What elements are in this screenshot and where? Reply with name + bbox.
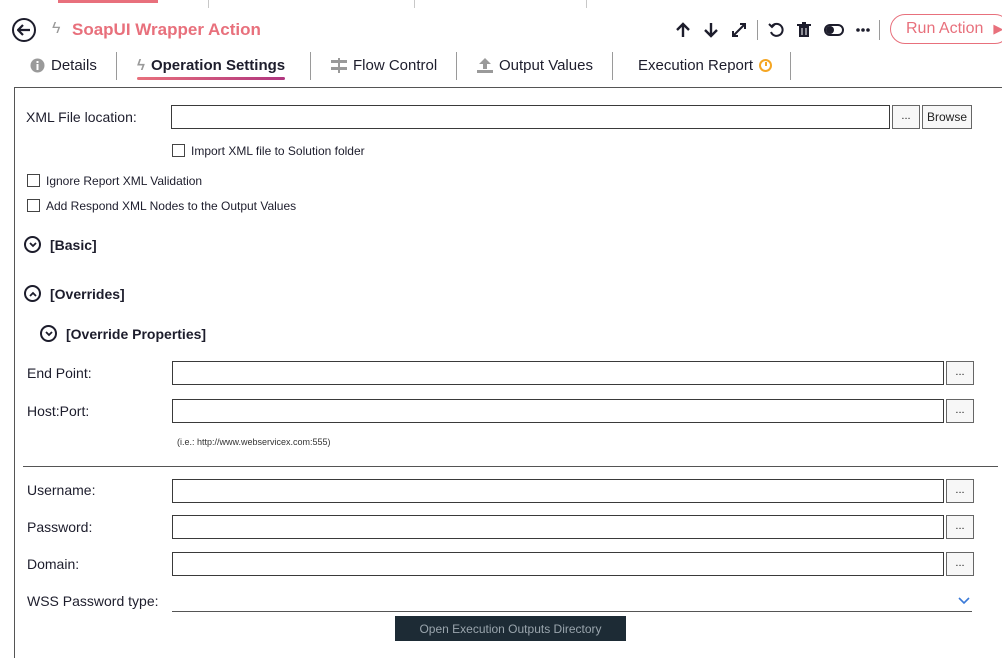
arrow-left-icon — [17, 24, 30, 36]
import-xml-label: Import XML file to Solution folder — [191, 144, 365, 158]
wss-password-type-select[interactable] — [172, 593, 972, 612]
xml-file-label: XML File location: — [26, 109, 137, 125]
tab-output-values[interactable]: Output Values — [477, 50, 593, 80]
endpoint-input[interactable] — [172, 361, 944, 385]
override-properties-label: [Override Properties] — [66, 325, 207, 342]
delete-button[interactable] — [794, 20, 814, 40]
hostport-hint: (i.e.: http://www.webservicex.com:555) — [177, 437, 331, 447]
run-action-label: Run Action — [906, 20, 984, 37]
arrow-down-icon — [704, 23, 718, 38]
outer-tab[interactable] — [208, 0, 415, 8]
tab-label: Output Values — [499, 56, 593, 74]
tab-separator — [612, 52, 613, 80]
password-dots-button[interactable]: ... — [946, 515, 974, 539]
domain-label: Domain: — [27, 556, 80, 572]
domain-input[interactable] — [172, 552, 944, 576]
overrides-expander[interactable]: [Overrides] — [24, 285, 125, 302]
tab-flow-control[interactable]: Flow Control — [331, 50, 437, 80]
tab-separator — [310, 52, 311, 80]
upload-icon — [477, 57, 493, 73]
tab-operation-settings[interactable]: ϟ Operation Settings — [137, 50, 286, 80]
action-title: SoapUI Wrapper Action — [72, 20, 261, 39]
outer-tab[interactable] — [0, 0, 209, 8]
basic-expander[interactable]: [Basic] — [24, 236, 97, 253]
play-icon: ▶ — [993, 21, 1002, 36]
info-icon — [30, 58, 45, 72]
toolbar-separator — [879, 20, 880, 40]
tab-details[interactable]: Details — [30, 50, 97, 80]
outer-tab-strip — [0, 0, 1002, 8]
password-input[interactable] — [172, 515, 944, 539]
hostport-dots-button[interactable]: ... — [946, 399, 974, 423]
arrow-up-icon — [676, 22, 690, 37]
tab-label: Details — [51, 56, 97, 74]
more-icon — [856, 28, 870, 32]
basic-label: [Basic] — [50, 236, 97, 253]
browse-button[interactable]: Browse — [922, 105, 972, 129]
back-button[interactable] — [12, 18, 36, 42]
chevron-down-icon — [24, 236, 41, 253]
hostport-input[interactable] — [172, 399, 944, 423]
action-header: ϟ SoapUI Wrapper Action Run Action ▶ — [0, 14, 1002, 48]
tab-execution-report[interactable]: Execution Report — [638, 50, 773, 80]
add-respond-checkbox[interactable] — [27, 199, 40, 212]
tab-label: Operation Settings — [150, 56, 286, 74]
expand-button[interactable] — [729, 20, 749, 40]
bolt-icon: ϟ — [52, 20, 61, 37]
section-divider — [23, 466, 998, 467]
bolt-icon: ϟ — [137, 56, 145, 74]
flow-icon — [331, 57, 347, 73]
toggle-icon — [824, 24, 844, 36]
overrides-label: [Overrides] — [50, 285, 125, 302]
move-down-button[interactable] — [701, 20, 721, 40]
tab-label: Flow Control — [353, 56, 438, 74]
ignore-report-label: Ignore Report XML Validation — [46, 174, 203, 188]
domain-dots-button[interactable]: ... — [946, 552, 974, 576]
run-action-button[interactable]: Run Action ▶ — [890, 14, 1002, 44]
tab-label: Execution Report — [638, 56, 754, 74]
username-input[interactable] — [172, 479, 944, 503]
tab-separator — [790, 52, 791, 80]
trash-icon — [797, 22, 811, 37]
tab-separator — [116, 52, 117, 80]
endpoint-dots-button[interactable]: ... — [946, 361, 974, 385]
toggle-active-button[interactable] — [823, 20, 845, 40]
password-label: Password: — [27, 519, 93, 535]
tab-separator — [456, 52, 457, 80]
ignore-report-checkbox[interactable] — [27, 174, 40, 187]
username-dots-button[interactable]: ... — [946, 479, 974, 503]
endpoint-label: End Point: — [27, 365, 92, 381]
toolbar-separator — [757, 20, 758, 40]
import-xml-checkbox[interactable] — [172, 144, 185, 157]
open-execution-outputs-button[interactable]: Open Execution Outputs Directory — [395, 616, 626, 641]
expand-icon — [732, 23, 746, 37]
chevron-down-icon — [958, 593, 970, 608]
chevron-down-icon — [40, 325, 57, 342]
action-tabs: Details ϟ Operation Settings Flow Contro… — [0, 50, 1002, 82]
username-label: Username: — [27, 482, 96, 498]
xml-file-dots-button[interactable]: ... — [892, 105, 920, 129]
xml-file-input[interactable] — [171, 105, 890, 129]
outer-tab[interactable] — [414, 0, 587, 8]
clock-icon — [759, 58, 773, 72]
add-respond-label: Add Respond XML Nodes to the Output Valu… — [46, 199, 297, 213]
wss-password-type-label: WSS Password type: — [27, 593, 159, 609]
undo-icon — [768, 22, 784, 37]
undo-button[interactable] — [766, 20, 786, 40]
chevron-up-icon — [24, 285, 41, 302]
hostport-label: Host:Port: — [27, 403, 90, 419]
move-up-button[interactable] — [673, 20, 693, 40]
more-options-button[interactable] — [853, 20, 873, 40]
override-properties-expander[interactable]: [Override Properties] — [40, 325, 206, 342]
